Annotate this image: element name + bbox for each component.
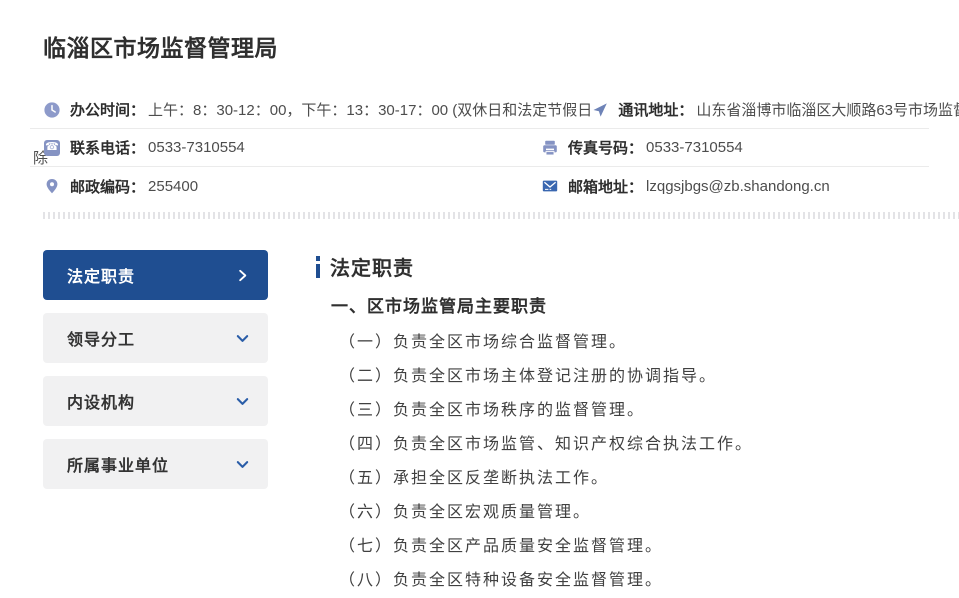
contact-row: 办公时间： 上午：8：30-12：00，下午：13：30-17：00 (双休日和… [30, 91, 929, 129]
section-heading: 法定职责 [316, 252, 753, 281]
contact-row: 邮政编码： 255400 邮箱地址： lzqgsjbgs@zb.shandong… [30, 167, 929, 205]
page-body: 法定职责 领导分工 内设机构 所属事业单位 [43, 250, 959, 598]
phone-label: 联系电话： [70, 137, 145, 158]
sidebar-menu: 法定职责 领导分工 内设机构 所属事业单位 [43, 250, 268, 598]
clock-icon [44, 102, 60, 118]
chevron-down-icon [235, 331, 250, 346]
sidebar-item-legal-duties[interactable]: 法定职责 [43, 250, 268, 300]
duty-item: （七）负责全区产品质量安全监督管理。 [339, 530, 753, 564]
address-value: 山东省淄博市临淄区大顺路63号市场监督管理局 [696, 99, 959, 120]
contact-row: 除 ☎ 联系电话： 0533-7310554 传真号码： 0533-731055… [30, 129, 929, 167]
section-title: 法定职责 [330, 252, 414, 281]
postal-code-cell: 邮政编码： 255400 [30, 176, 542, 197]
office-hours-value: 上午：8：30-12：00，下午：13：30-17：00 (双休日和法定节假日 [148, 99, 592, 120]
sidebar-item-leadership-division[interactable]: 领导分工 [43, 313, 268, 363]
office-hours-cell: 办公时间： 上午：8：30-12：00，下午：13：30-17：00 (双休日和… [30, 99, 592, 120]
mail-envelope-icon [542, 178, 558, 194]
duty-item: （一）负责全区市场综合监督管理。 [339, 326, 753, 360]
duty-item: （五）承担全区反垄断执法工作。 [339, 462, 753, 496]
section-subtitle: 一、区市场监管局主要职责 [331, 292, 753, 317]
paper-plane-icon [592, 102, 608, 118]
sidebar-item-label: 领导分工 [67, 326, 135, 350]
chevron-down-icon [235, 457, 250, 472]
section-divider [43, 212, 959, 219]
email-label: 邮箱地址： [568, 176, 643, 197]
address-cell: 通讯地址： 山东省淄博市临淄区大顺路63号市场监督管理局 [592, 99, 959, 120]
sidebar-item-label: 所属事业单位 [67, 452, 169, 476]
postal-code-label: 邮政编码： [70, 176, 145, 197]
chevron-right-icon [235, 268, 250, 283]
duty-item: （二）负责全区市场主体登记注册的协调指导。 [339, 360, 753, 394]
telephone-icon: ☎ [44, 140, 60, 156]
duty-item: （六）负责全区宏观质量管理。 [339, 496, 753, 530]
location-pin-icon [44, 178, 60, 194]
phone-cell: 除 ☎ 联系电话： 0533-7310554 [30, 137, 542, 158]
phone-value: 0533-7310554 [148, 139, 245, 156]
email-value: lzqgsjbgs@zb.shandong.cn [646, 178, 830, 195]
fax-value: 0533-7310554 [646, 139, 743, 156]
sidebar-item-internal-organs[interactable]: 内设机构 [43, 376, 268, 426]
duty-item: （三）负责全区市场秩序的监督管理。 [339, 394, 753, 428]
office-hours-label: 办公时间： [70, 99, 145, 120]
fax-label: 传真号码： [568, 137, 643, 158]
sidebar-item-label: 法定职责 [67, 263, 135, 287]
duty-item: （八）负责全区特种设备安全监督管理。 [339, 564, 753, 598]
sidebar-item-affiliated-units[interactable]: 所属事业单位 [43, 439, 268, 489]
fax-printer-icon [542, 140, 558, 156]
email-cell: 邮箱地址： lzqgsjbgs@zb.shandong.cn [542, 176, 929, 197]
contact-info-panel: 办公时间： 上午：8：30-12：00，下午：13：30-17：00 (双休日和… [30, 91, 929, 205]
postal-code-value: 255400 [148, 178, 198, 195]
duty-item: （四）负责全区市场监管、知识产权综合执法工作。 [339, 428, 753, 462]
heading-marker [316, 256, 320, 278]
page-title: 临淄区市场监督管理局 [43, 0, 959, 63]
fax-cell: 传真号码： 0533-7310554 [542, 137, 929, 158]
chevron-down-icon [235, 394, 250, 409]
main-content: 法定职责 一、区市场监管局主要职责 （一）负责全区市场综合监督管理。（二）负责全… [316, 250, 753, 598]
sidebar-item-label: 内设机构 [67, 389, 135, 413]
duties-list: （一）负责全区市场综合监督管理。（二）负责全区市场主体登记注册的协调指导。（三）… [339, 326, 753, 598]
address-label: 通讯地址： [618, 99, 693, 120]
